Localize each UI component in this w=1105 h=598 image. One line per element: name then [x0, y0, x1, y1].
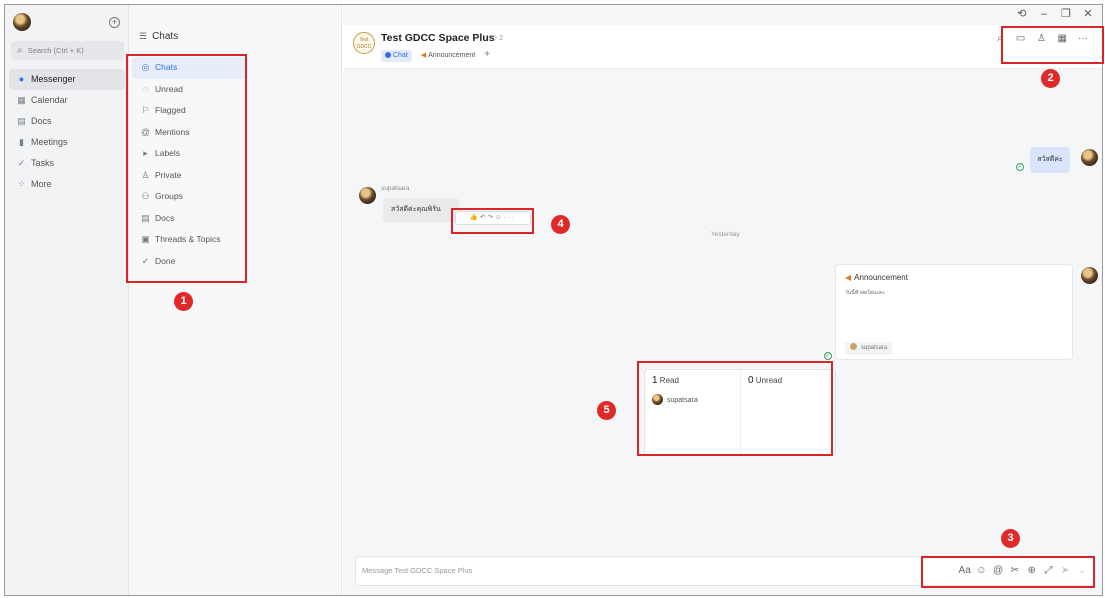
author-avatar: [850, 343, 857, 350]
nav-item-label: Meetings: [31, 137, 68, 147]
sender-avatar[interactable]: [1081, 149, 1098, 166]
new-chat-icon[interactable]: +: [109, 17, 120, 28]
tab-label: Announcement: [428, 52, 476, 59]
tab-chat[interactable]: Chat: [381, 50, 412, 62]
nav-item-label: Tasks: [31, 158, 55, 168]
announcement-title: ◀ Announcement: [845, 273, 908, 282]
announcement-body: วันนี้ฟ้าสดใสนะคะ: [845, 290, 885, 296]
message-input[interactable]: Message Test GDCC Space Plus: [362, 566, 472, 575]
member-count-value: 2: [499, 35, 504, 42]
search-icon: ⌕: [17, 45, 23, 56]
meetings-icon: ▮: [19, 137, 24, 147]
search-input[interactable]: ⌕ Search (Ctrl + K): [11, 41, 124, 60]
close-button[interactable]: ✕: [1080, 7, 1096, 20]
chat-title[interactable]: Test GDCC Space Plus: [381, 32, 495, 44]
members-icon: ⚇: [491, 35, 500, 42]
list-icon: ☰: [139, 31, 148, 41]
announcement-card[interactable]: ◀ Announcement วันนี้ฟ้าสดใสนะคะ supatsar…: [835, 264, 1073, 360]
user-avatar[interactable]: [13, 13, 31, 31]
nav-item-label: Calendar: [31, 95, 68, 105]
nav-item-label: Docs: [31, 116, 52, 126]
chat-panel: ⟲ – ❐ ✕ Test GDCC Test GDCC Space Plus ⚇ …: [343, 5, 1102, 595]
annotation-box-filters: [126, 54, 247, 283]
chat-header: Test GDCC Test GDCC Space Plus ⚇ 2 Chat ◀…: [343, 25, 1102, 69]
annotation-box-composer-tools: [921, 556, 1095, 588]
tab-announcement[interactable]: ◀ Announcement: [417, 50, 479, 62]
restore-button[interactable]: ❐: [1058, 7, 1074, 20]
sender-avatar[interactable]: [1081, 267, 1098, 284]
minimize-button[interactable]: –: [1036, 8, 1052, 20]
chat-list-title-text: Chats: [152, 31, 179, 42]
sender-avatar[interactable]: [359, 187, 376, 204]
read-check-icon: ✓: [1016, 163, 1024, 171]
tasks-icon: ✓: [17, 158, 26, 168]
group-avatar-text: Test: [359, 37, 369, 43]
window-controls: ⟲ – ❐ ✕: [1011, 7, 1096, 20]
megaphone-icon: ◀: [420, 52, 427, 59]
nav-item-tasks[interactable]: ✓ Tasks: [9, 153, 125, 174]
read-check-icon: ✓: [824, 352, 832, 360]
messenger-icon: ●: [18, 74, 25, 84]
nav-item-docs[interactable]: ▤ Docs: [9, 111, 125, 132]
announcement-author: supatsara: [845, 342, 893, 355]
outgoing-message[interactable]: สวัสดีค่ะ: [1030, 147, 1070, 173]
annotation-badge-1: 1: [174, 292, 193, 311]
annotation-box-message-actions: [451, 208, 534, 234]
search-placeholder: Search (Ctrl + K): [27, 46, 84, 55]
history-icon[interactable]: ⟲: [1014, 7, 1030, 20]
left-nav: + ⌕ Search (Ctrl + K) ● Messenger ▦ Calend…: [5, 5, 129, 595]
incoming-message[interactable]: สวัสดีค่ะคุณพิรัน: [383, 198, 459, 222]
annotation-badge-5: 5: [597, 401, 616, 420]
group-avatar[interactable]: Test GDCC: [353, 32, 375, 54]
nav-item-more[interactable]: ⁘ More: [9, 174, 125, 195]
nav-item-label: More: [31, 179, 52, 189]
date-separator: Yesterday: [711, 231, 740, 238]
annotation-badge-4: 4: [551, 215, 570, 234]
nav-item-meetings[interactable]: ▮ Meetings: [9, 132, 125, 153]
annotation-box-read-receipt: [637, 361, 833, 456]
nav-items: ● Messenger ▦ Calendar ▤ Docs ▮ Meetings ✓ Ta…: [9, 69, 125, 195]
nav-item-label: Messenger: [31, 74, 76, 84]
annotation-box-header-tools: [1001, 26, 1104, 64]
nav-item-messenger[interactable]: ● Messenger: [9, 69, 125, 90]
more-icon: ⁘: [17, 179, 26, 189]
tab-label: Chat: [393, 52, 408, 59]
megaphone-icon: ◀: [845, 273, 852, 282]
chat-list-title: ☰ Chats: [139, 31, 178, 42]
author-name: supatsara: [861, 345, 888, 351]
calendar-icon: ▦: [17, 95, 26, 105]
annotation-badge-3: 3: [1001, 529, 1020, 548]
docs-icon: ▤: [17, 116, 26, 126]
nav-item-calendar[interactable]: ▦ Calendar: [9, 90, 125, 111]
add-tab-button[interactable]: +: [484, 49, 490, 60]
group-avatar-text: GDCC: [356, 44, 372, 50]
announcement-title-text: Announcement: [854, 273, 908, 282]
chat-tabs: Chat ◀ Announcement +: [381, 49, 490, 62]
annotation-badge-2: 2: [1041, 69, 1060, 88]
chat-tab-icon: [385, 51, 391, 58]
sender-name: supatsara: [381, 185, 410, 192]
member-count[interactable]: ⚇ 2: [491, 34, 503, 42]
